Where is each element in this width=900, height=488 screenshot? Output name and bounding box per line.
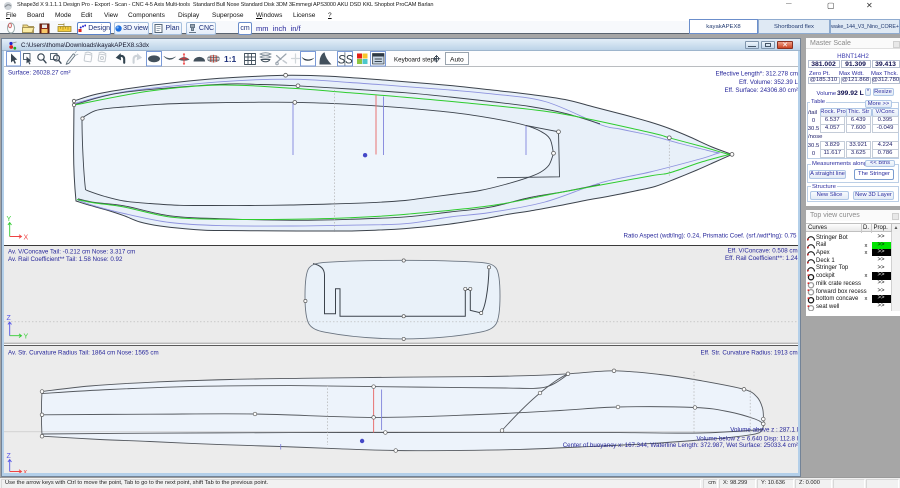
svg-text:Eff. Str. Curvature Radius: 19: Eff. Str. Curvature Radius: 1913 cm xyxy=(700,350,797,357)
svg-text:Y: Y xyxy=(7,216,12,223)
svg-text:1:1: 1:1 xyxy=(224,54,237,64)
svg-text:Center of buoyancy x: 167.344,: Center of buoyancy x: 167.344, Waterline… xyxy=(563,442,798,449)
svg-text:Ratio Aspect (wdt/lng): 0.24,: Ratio Aspect (wdt/lng): 0.24, Prismatic … xyxy=(624,233,798,240)
svg-text:Av. V/Concave Tail: -0.212 cm: Av. V/Concave Tail: -0.212 cm Nose: 3.31… xyxy=(8,248,135,255)
svg-text:Keyboard steps: Keyboard steps xyxy=(394,56,437,63)
svg-text:Surface: 26028.27 cm²: Surface: 26028.27 cm² xyxy=(8,70,71,77)
svg-text:Av. Rail Coefficient** Tail:: Av. Rail Coefficient** Tail: 1.58 Nose: … xyxy=(8,256,123,263)
svg-text:Eff. Surface: 24306.80 cm²: Eff. Surface: 24306.80 cm² xyxy=(725,87,799,94)
svg-text:Eff. V/Concave: 0.508 cm: Eff. V/Concave: 0.508 cm xyxy=(728,247,798,254)
svg-text:Effective Length*: 312.278 cm: Effective Length*: 312.278 cm xyxy=(716,70,798,77)
svg-text:Eff. Volume: 352.39 L: Eff. Volume: 352.39 L xyxy=(739,79,798,86)
svg-text:Av. Str. Curvature Radius Tail: Av. Str. Curvature Radius Tail: 1864 cm … xyxy=(8,350,159,357)
svg-text:Z: Z xyxy=(7,315,12,322)
svg-text:Auto: Auto xyxy=(450,56,464,63)
svg-text:x: x xyxy=(24,469,28,473)
svg-text:S: S xyxy=(345,55,353,67)
svg-text:Z: Z xyxy=(7,453,12,460)
svg-text:Y: Y xyxy=(24,334,29,341)
svg-text:Volume above z : 287.1 l: Volume above z : 287.1 l xyxy=(730,426,798,433)
svg-text:X: X xyxy=(24,235,29,242)
svg-text:Eff. Rail Coefficient**: 1.24: Eff. Rail Coefficient**: 1.24 xyxy=(725,255,798,262)
